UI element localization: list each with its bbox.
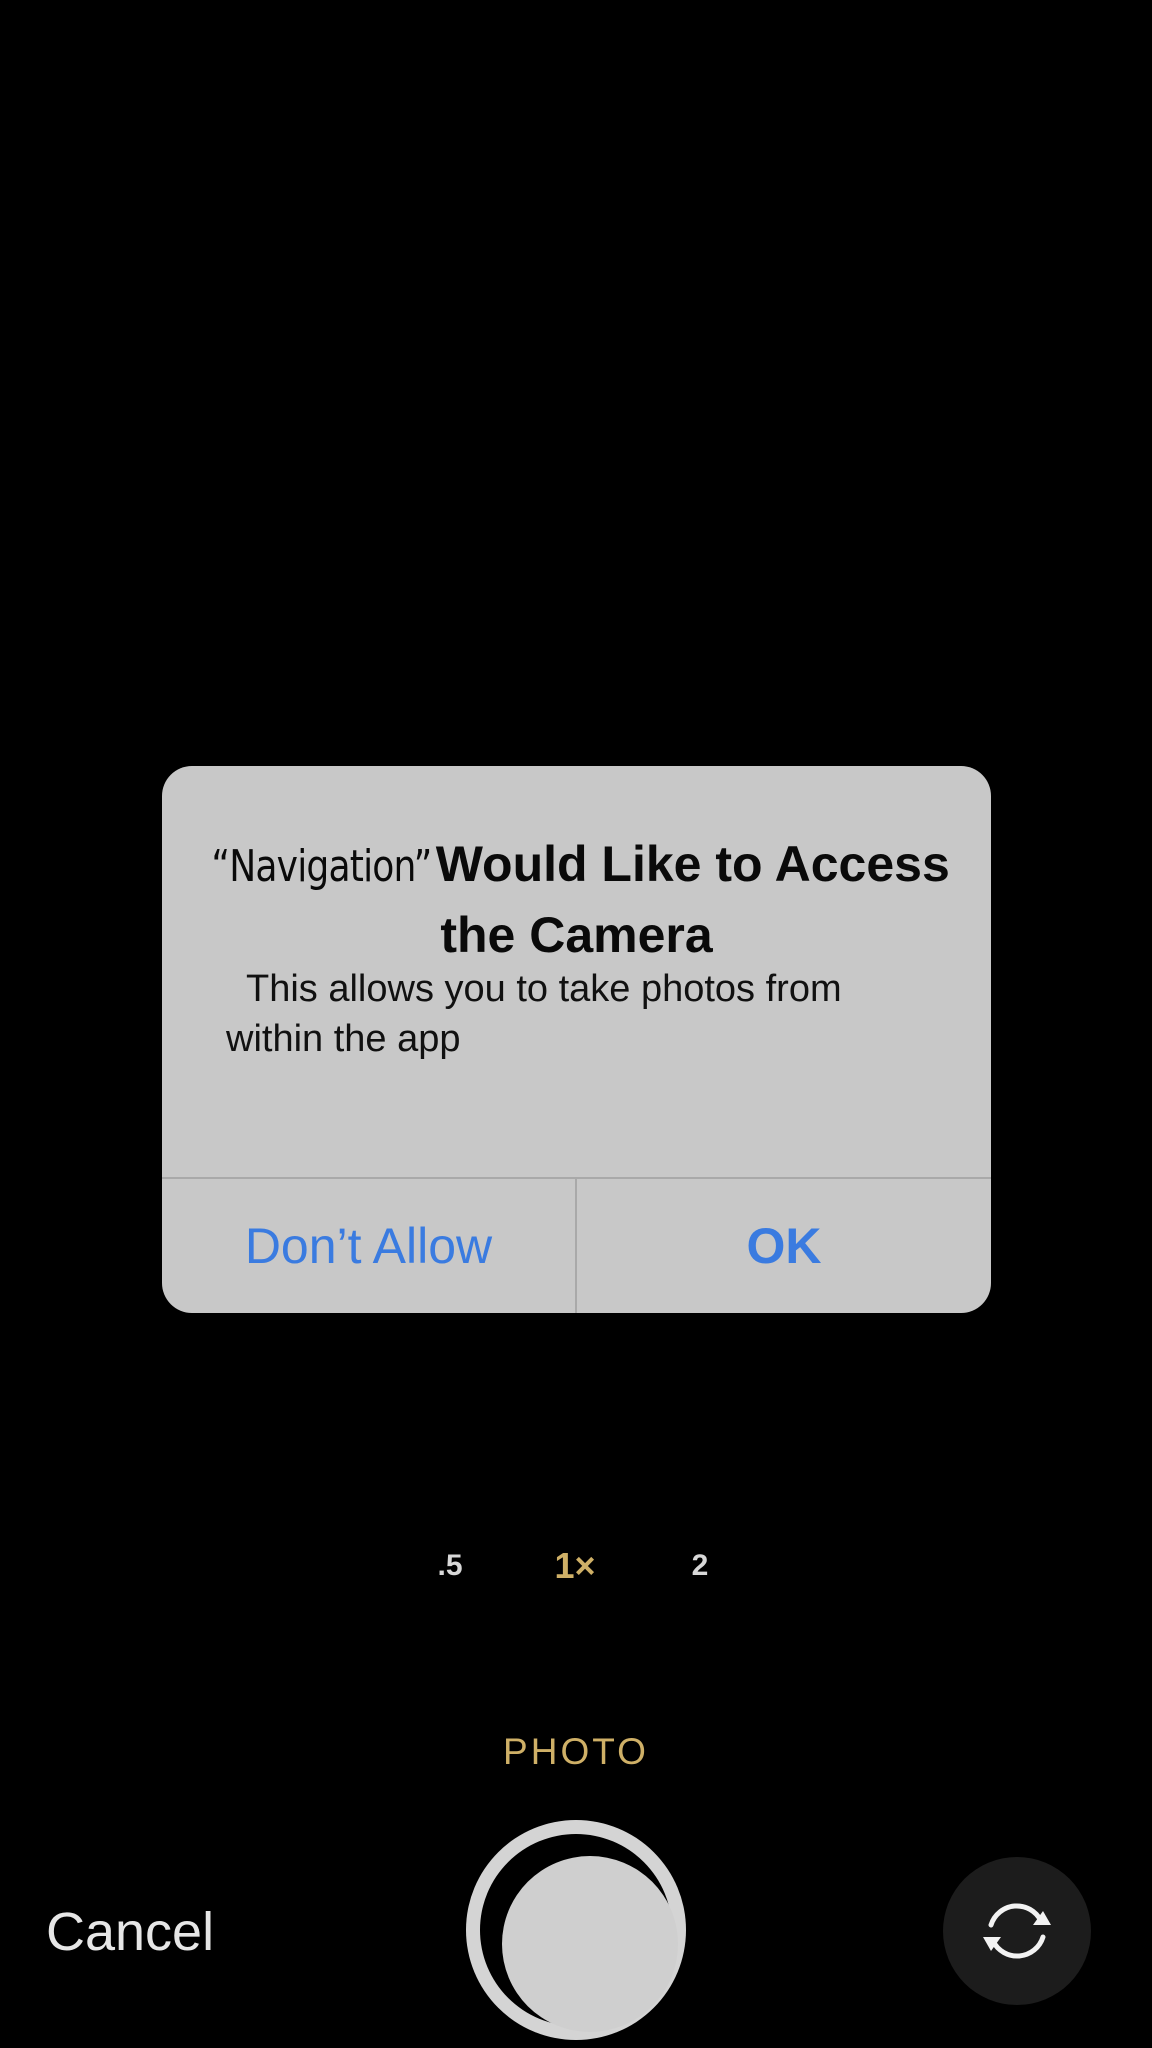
zoom-2x-button[interactable]: 2 xyxy=(670,1536,730,1596)
photo-mode-label[interactable]: PHOTO xyxy=(476,1726,676,1778)
camera-permission-alert: “Navigation”Would Like to Access the Cam… xyxy=(162,766,991,1313)
alert-title-text: Would Like to Access the Camera xyxy=(435,836,950,963)
camera-flip-icon xyxy=(983,1903,1051,1959)
shutter-inner-circle xyxy=(502,1856,678,2032)
camera-flip-button[interactable] xyxy=(943,1857,1091,2005)
ok-button[interactable]: OK xyxy=(577,1179,991,1313)
dont-allow-button[interactable]: Don’t Allow xyxy=(162,1179,575,1313)
cancel-button[interactable]: Cancel xyxy=(46,1900,214,1964)
zoom-0-5-button[interactable]: .5 xyxy=(420,1536,480,1596)
zoom-1x-button[interactable]: 1× xyxy=(540,1536,610,1596)
alert-message-text: This allows you to take photos from with… xyxy=(226,968,842,1060)
shutter-button[interactable] xyxy=(466,1820,686,2040)
alert-app-name: “Navigation” xyxy=(211,841,433,892)
alert-message: This allows you to take photos from with… xyxy=(226,964,927,1064)
alert-title: “Navigation”Would Like to Access the Cam… xyxy=(178,830,975,969)
shutter-ring xyxy=(480,1834,678,2032)
camera-screen: “Navigation”Would Like to Access the Cam… xyxy=(0,0,1152,2048)
